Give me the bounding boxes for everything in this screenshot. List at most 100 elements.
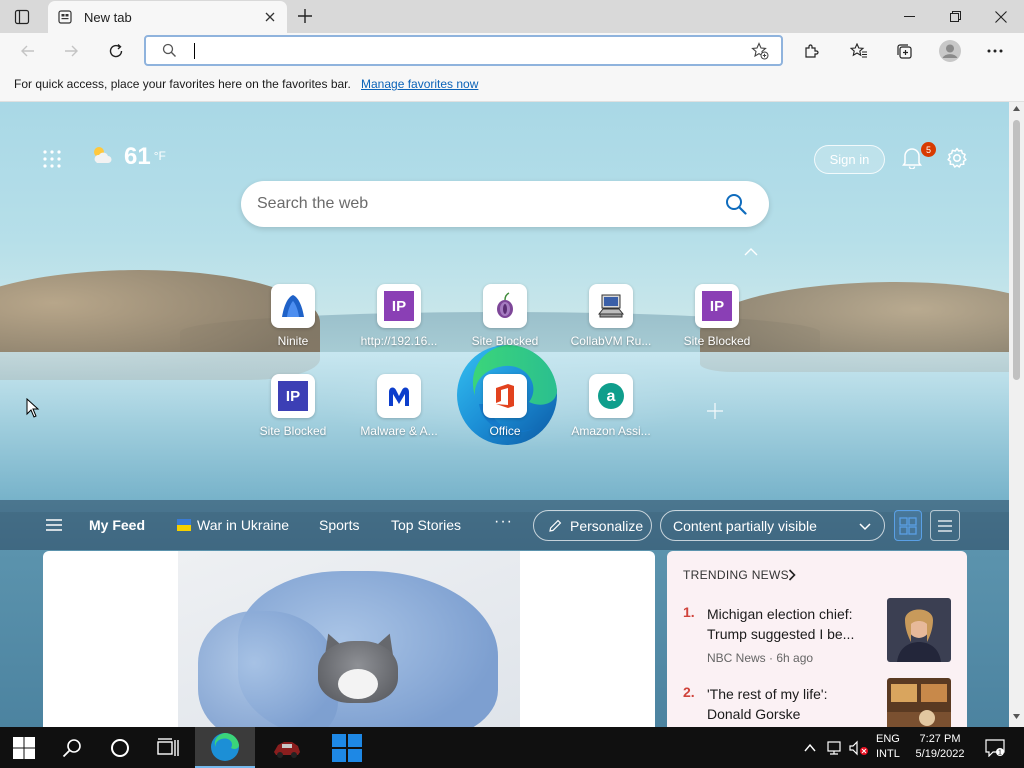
browser-window: New tab For quick access, place your fav… [0,0,1024,768]
sign-in-button[interactable]: Sign in [814,145,885,174]
hamburger-menu-icon[interactable] [45,518,63,532]
restore-button[interactable] [932,0,978,33]
trending-news-card: TRENDING NEWS 1. Michigan election chief… [667,551,967,727]
favorites-button[interactable] [845,37,873,65]
search-icon[interactable] [725,193,747,215]
tile-label: Site Blocked [259,424,327,438]
back-button[interactable] [14,37,42,65]
extensions-button[interactable] [797,37,825,65]
manage-favorites-link[interactable]: Manage favorites now [361,77,478,91]
top-site-tile[interactable]: CollabVM Ru... [561,284,661,364]
grid-layout-button[interactable] [894,510,922,541]
web-search-placeholder: Search the web [257,195,369,212]
top-site-tile[interactable]: Site Blocked [455,284,555,364]
pencil-icon [549,519,562,532]
top-site-tile[interactable]: Office [455,374,555,454]
network-icon [827,740,841,755]
windows-tiles-icon [332,733,362,762]
scroll-down-arrow-icon[interactable] [1013,714,1020,719]
address-bar[interactable] [144,35,783,66]
clock-date: 5/19/2022 [915,748,965,760]
mouse-cursor-icon [26,398,40,418]
top-site-tile[interactable]: IP Site Blocked [243,374,343,454]
chevron-right-icon[interactable] [788,569,796,581]
tab-new-tab[interactable]: New tab [48,1,287,33]
refresh-button[interactable] [102,37,130,65]
search-button[interactable] [48,727,96,768]
task-view-icon [157,737,179,756]
address-input[interactable] [192,41,732,61]
trend-thumbnail [887,598,951,662]
feed-tab-top-stories[interactable]: Top Stories [391,517,461,533]
trending-news-header[interactable]: TRENDING NEWS [683,568,789,582]
chevron-down-icon [859,523,871,531]
collections-icon [896,43,912,59]
content-visibility-dropdown[interactable]: Content partially visible [660,510,885,541]
top-site-tile[interactable]: Malware & A... [349,374,449,454]
scroll-up-arrow-icon[interactable] [1013,106,1020,111]
hero-cat-image [178,551,520,727]
tile-icon-box [377,374,421,418]
car-game-icon [274,741,300,758]
feed-tab-sports[interactable]: Sports [319,517,359,533]
page-settings-gear-icon[interactable] [946,147,968,169]
taskbar-app-button[interactable] [257,727,317,768]
tab-actions-button[interactable] [10,6,34,28]
scrollbar-thumb[interactable] [1013,120,1020,380]
search-icon [62,738,81,757]
windows-logo-icon [13,736,35,759]
start-button[interactable] [0,727,48,768]
forward-button[interactable] [57,37,85,65]
tor-icon [497,292,513,318]
trend-title: Michigan election chief: Trump suggested… [707,606,855,642]
weather-temperature: 61 [124,143,151,170]
web-search-box[interactable]: Search the web [241,181,769,227]
volume-tray-button[interactable] [848,727,870,768]
profile-button[interactable] [936,37,964,65]
top-site-tile[interactable]: Ninite [243,284,343,364]
trend-rank: 1. [683,604,695,620]
cortana-button[interactable] [96,727,144,768]
feed-more-button[interactable]: ··· [494,513,513,531]
taskbar-clock[interactable]: 7:27 PM 5/19/2022 [910,732,970,762]
add-site-plus-icon[interactable] [704,400,726,422]
personalize-button[interactable]: Personalize [533,510,652,541]
page-scrollbar[interactable] [1009,102,1024,727]
feed-hero-card[interactable] [43,551,655,727]
weather-widget[interactable]: 61 °F [90,144,166,170]
task-view-button[interactable] [144,727,192,768]
add-favorite-icon[interactable] [751,42,769,60]
input-language-indicator[interactable]: ENG INTL [876,732,900,762]
feed-tab-war-in-ukraine[interactable]: War in Ukraine [177,517,289,533]
taskbar-edge-button[interactable] [195,727,255,768]
minimize-button[interactable] [886,0,932,33]
network-tray-button[interactable] [824,727,846,768]
office-icon [496,384,514,408]
feed-tab-my-feed[interactable]: My Feed [89,517,145,533]
app-launcher-icon[interactable] [43,150,61,168]
top-site-tile[interactable]: a Amazon Assi... [561,374,661,454]
tab-close-button[interactable] [261,8,279,26]
tile-label: Office [489,424,521,438]
list-layout-button[interactable] [930,510,960,541]
top-site-tile[interactable]: IP http://192.16... [349,284,449,364]
tile-label: Site Blocked [471,334,539,348]
favorites-bar-message: For quick access, place your favorites h… [14,77,351,91]
svg-text:a: a [607,388,616,405]
close-icon [995,10,1007,23]
new-tab-button[interactable] [294,5,316,27]
tile-label: http://192.16... [360,334,438,348]
tile-icon-box [483,284,527,328]
top-site-tile[interactable]: IP Site Blocked [667,284,767,364]
action-center-button[interactable]: 1 [980,727,1010,768]
close-window-button[interactable] [978,0,1024,33]
taskbar-windows-app-button[interactable] [317,727,377,768]
personalize-label: Personalize [570,517,644,534]
show-hidden-icons-button[interactable] [800,727,820,768]
notifications-bell-icon[interactable] [902,147,922,169]
notification-icon: 1 [985,738,1005,757]
restore-icon [949,11,961,22]
settings-more-button[interactable] [981,37,1009,65]
collapse-chevron-up-icon[interactable] [744,248,758,256]
collections-button[interactable] [890,37,918,65]
